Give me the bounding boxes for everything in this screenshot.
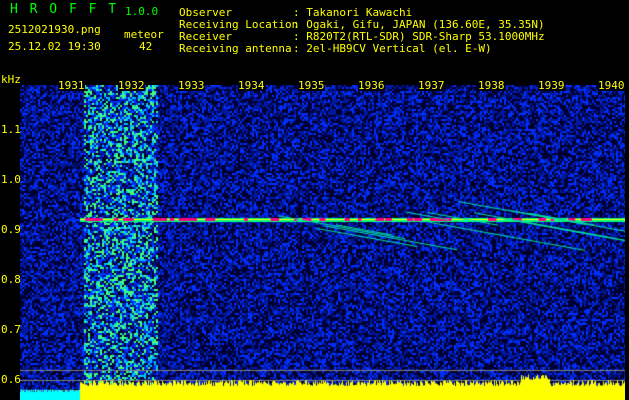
datetime: 25.12.02 19:30 — [8, 40, 101, 53]
y-tick-label: 0.6 — [1, 373, 21, 386]
x-tick-label: 1936 — [358, 79, 385, 92]
y-tick-label: 1.1 — [1, 123, 21, 136]
x-tick-label: 1935 — [298, 79, 325, 92]
x-tick-label: 1938 — [478, 79, 505, 92]
y-axis-label: kHz — [1, 73, 21, 86]
y-tick-label: 0.9 — [1, 223, 21, 236]
y-tick-label: 0.7 — [1, 323, 21, 336]
x-tick-label: 1933 — [178, 79, 205, 92]
y-tick-label: 0.8 — [1, 273, 21, 286]
filename: 2512021930.png — [8, 23, 101, 36]
spectrogram — [20, 85, 625, 400]
x-tick-label: 1940 — [598, 79, 625, 92]
app-version: 1.0.0 — [125, 5, 159, 18]
info-value: : 2el-HB9CV Vertical (el. E-W) — [293, 42, 492, 55]
x-tick-label: 1932 — [118, 79, 145, 92]
x-tick-label: 1937 — [418, 79, 445, 92]
x-tick-label: 1939 — [538, 79, 565, 92]
info-label: Receiving antenna — [179, 42, 292, 55]
meteor-count: 42 — [139, 40, 153, 53]
x-tick-label: 1934 — [238, 79, 265, 92]
y-tick-label: 1.0 — [1, 173, 21, 186]
app-title: H R O F F T — [10, 2, 119, 17]
x-tick-label: 1931 — [58, 79, 85, 92]
